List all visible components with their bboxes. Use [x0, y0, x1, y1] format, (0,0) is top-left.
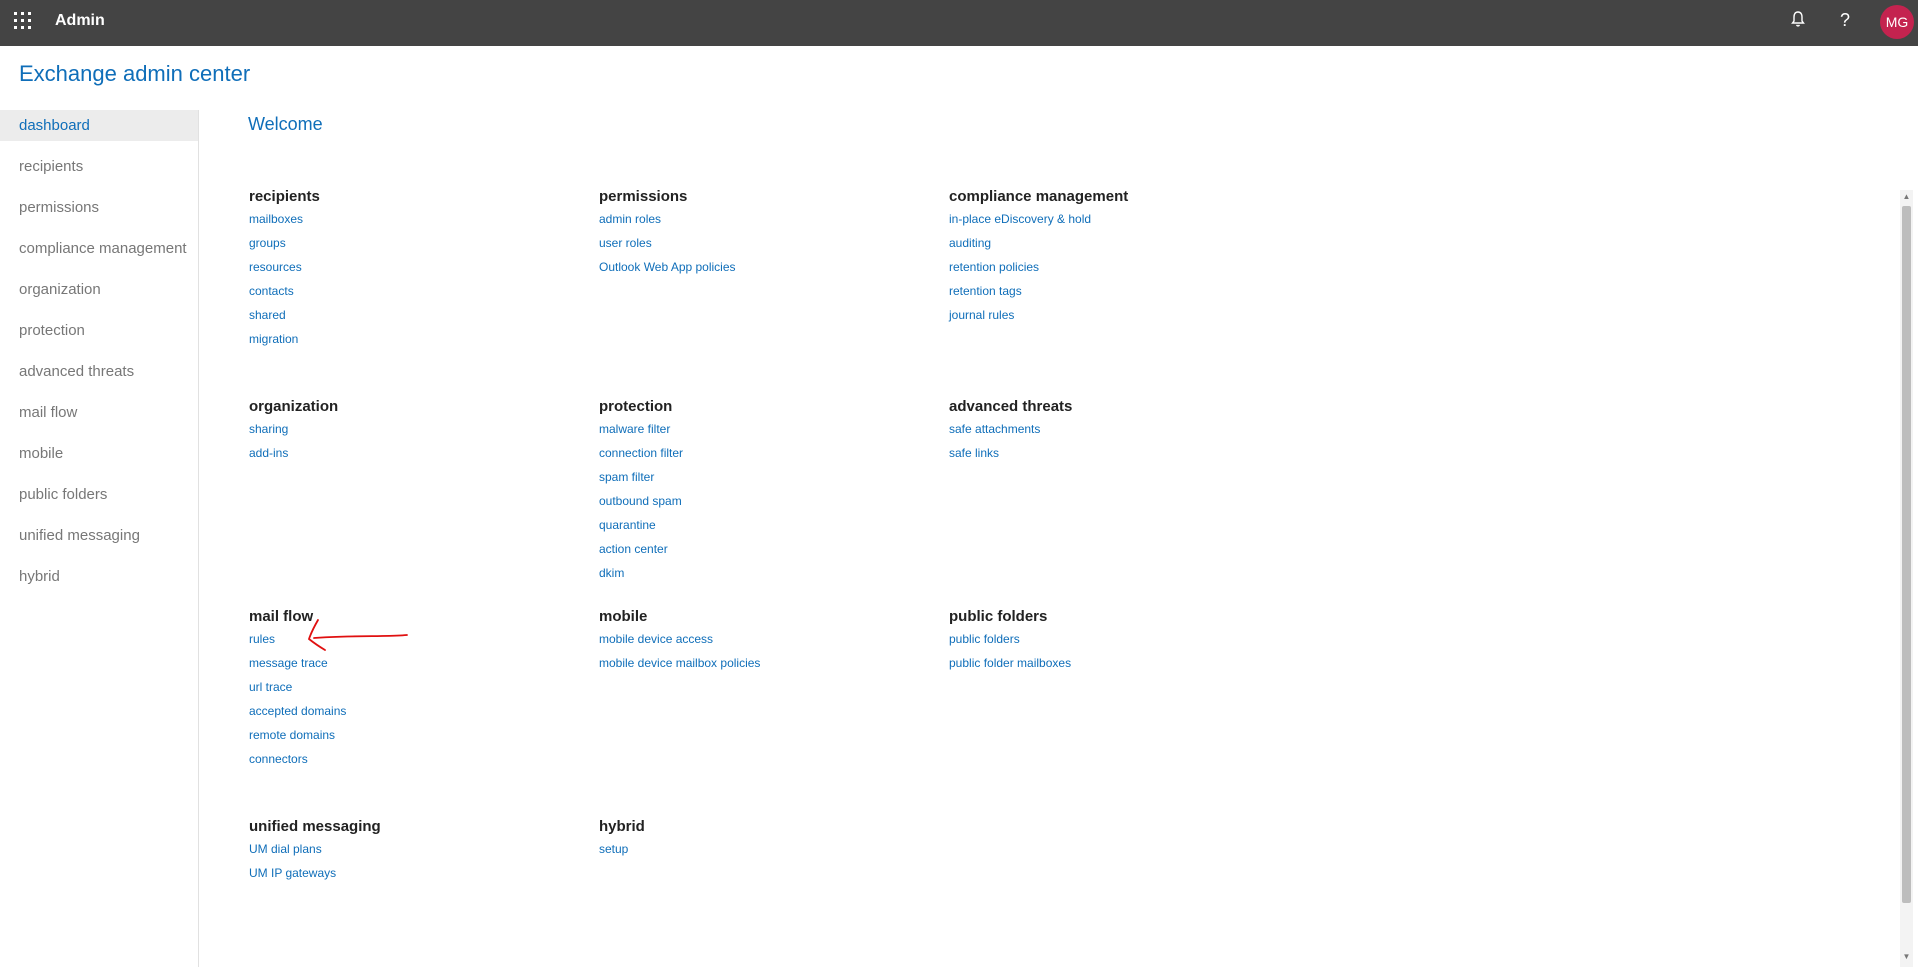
link-shared[interactable]: shared: [249, 306, 579, 330]
link-quarantine[interactable]: quarantine: [599, 516, 929, 540]
link-setup[interactable]: setup: [599, 840, 929, 864]
section-heading: mobile: [599, 608, 648, 625]
top-bar: Admin ? MG: [0, 0, 1918, 46]
nav-item-permissions[interactable]: permissions: [0, 192, 198, 223]
link-mailboxes[interactable]: mailboxes: [249, 210, 579, 234]
section-unified-messaging: unified messaging UM dial plans UM IP ga…: [249, 816, 579, 888]
section-heading: permissions: [599, 188, 688, 205]
link-public-folder-mailboxes[interactable]: public folder mailboxes: [949, 654, 1279, 678]
nav-item-public-folders[interactable]: public folders: [0, 479, 198, 510]
section-heading: protection: [599, 398, 673, 415]
link-public-folders[interactable]: public folders: [949, 630, 1279, 654]
link-um-dial-plans[interactable]: UM dial plans: [249, 840, 579, 864]
link-connection-filter[interactable]: connection filter: [599, 444, 929, 468]
help-icon[interactable]: ?: [1840, 10, 1850, 31]
section-organization: organization sharing add-ins: [249, 396, 579, 468]
avatar[interactable]: MG: [1880, 5, 1914, 39]
link-safe-attachments[interactable]: safe attachments: [949, 420, 1279, 444]
nav-item-mail-flow[interactable]: mail flow: [0, 397, 198, 428]
link-remote-domains[interactable]: remote domains: [249, 726, 579, 750]
nav-item-dashboard[interactable]: dashboard: [0, 110, 198, 141]
link-sharing[interactable]: sharing: [249, 420, 579, 444]
link-dkim[interactable]: dkim: [599, 564, 929, 588]
section-recipients: recipients mailboxes groups resources co…: [249, 186, 579, 354]
link-outlook-web-app-policies[interactable]: Outlook Web App policies: [599, 258, 929, 282]
link-message-trace[interactable]: message trace: [249, 654, 579, 678]
red-arrow-annotation: [307, 619, 408, 651]
nav-item-compliance-management[interactable]: compliance management: [0, 233, 198, 264]
link-migration[interactable]: migration: [249, 330, 579, 354]
section-heading: public folders: [949, 608, 1048, 625]
nav-item-recipients[interactable]: recipients: [0, 151, 198, 182]
link-mobile-device-mailbox-policies[interactable]: mobile device mailbox policies: [599, 654, 929, 678]
link-connectors[interactable]: connectors: [249, 750, 579, 774]
link-auditing[interactable]: auditing: [949, 234, 1279, 258]
section-protection: protection malware filter connection fil…: [599, 396, 929, 588]
link-resources[interactable]: resources: [249, 258, 579, 282]
link-admin-roles[interactable]: admin roles: [599, 210, 929, 234]
link-outbound-spam[interactable]: outbound spam: [599, 492, 929, 516]
page-title: Exchange admin center: [19, 61, 251, 86]
section-hybrid: hybrid setup: [599, 816, 929, 864]
link-spam-filter[interactable]: spam filter: [599, 468, 929, 492]
app-title[interactable]: Admin: [55, 12, 105, 30]
nav-item-advanced-threats[interactable]: advanced threats: [0, 356, 198, 387]
scrollbar-thumb[interactable]: [1902, 206, 1911, 903]
section-heading: compliance management: [949, 188, 1129, 205]
section-heading: hybrid: [599, 818, 645, 835]
bell-icon[interactable]: [1790, 10, 1806, 33]
app-launcher-icon[interactable]: [14, 12, 32, 30]
link-groups[interactable]: groups: [249, 234, 579, 258]
nav-item-hybrid[interactable]: hybrid: [0, 561, 198, 592]
section-heading: organization: [249, 398, 339, 415]
link-um-ip-gateways[interactable]: UM IP gateways: [249, 864, 579, 888]
section-heading: advanced threats: [949, 398, 1073, 415]
scroll-up-arrow-icon[interactable]: ▲: [1900, 190, 1913, 204]
scroll-down-arrow-icon[interactable]: ▼: [1900, 950, 1913, 964]
section-heading: unified messaging: [249, 818, 381, 835]
nav-item-mobile[interactable]: mobile: [0, 438, 198, 469]
section-compliance-management: compliance management in-place eDiscover…: [949, 186, 1279, 330]
link-user-roles[interactable]: user roles: [599, 234, 929, 258]
nav-item-unified-messaging[interactable]: unified messaging: [0, 520, 198, 551]
section-public-folders: public folders public folders public fol…: [949, 606, 1279, 678]
link-safe-links[interactable]: safe links: [949, 444, 1279, 468]
link-accepted-domains[interactable]: accepted domains: [249, 702, 579, 726]
link-retention-policies[interactable]: retention policies: [949, 258, 1279, 282]
link-contacts[interactable]: contacts: [249, 282, 579, 306]
link-retention-tags[interactable]: retention tags: [949, 282, 1279, 306]
link-mobile-device-access[interactable]: mobile device access: [599, 630, 929, 654]
nav-item-organization[interactable]: organization: [0, 274, 198, 305]
section-heading: recipients: [249, 188, 320, 205]
link-url-trace[interactable]: url trace: [249, 678, 579, 702]
section-mobile: mobile mobile device access mobile devic…: [599, 606, 929, 678]
link-malware-filter[interactable]: malware filter: [599, 420, 929, 444]
vertical-scrollbar[interactable]: ▲ ▼: [1900, 190, 1913, 967]
welcome-heading: Welcome: [248, 114, 323, 134]
nav-item-protection[interactable]: protection: [0, 315, 198, 346]
link-action-center[interactable]: action center: [599, 540, 929, 564]
link-journal-rules[interactable]: journal rules: [949, 306, 1279, 330]
left-nav: dashboard recipients permissions complia…: [0, 110, 199, 967]
link-in-place-ediscovery-hold[interactable]: in-place eDiscovery & hold: [949, 210, 1279, 234]
section-permissions: permissions admin roles user roles Outlo…: [599, 186, 929, 282]
link-add-ins[interactable]: add-ins: [249, 444, 579, 468]
section-advanced-threats: advanced threats safe attachments safe l…: [949, 396, 1279, 468]
